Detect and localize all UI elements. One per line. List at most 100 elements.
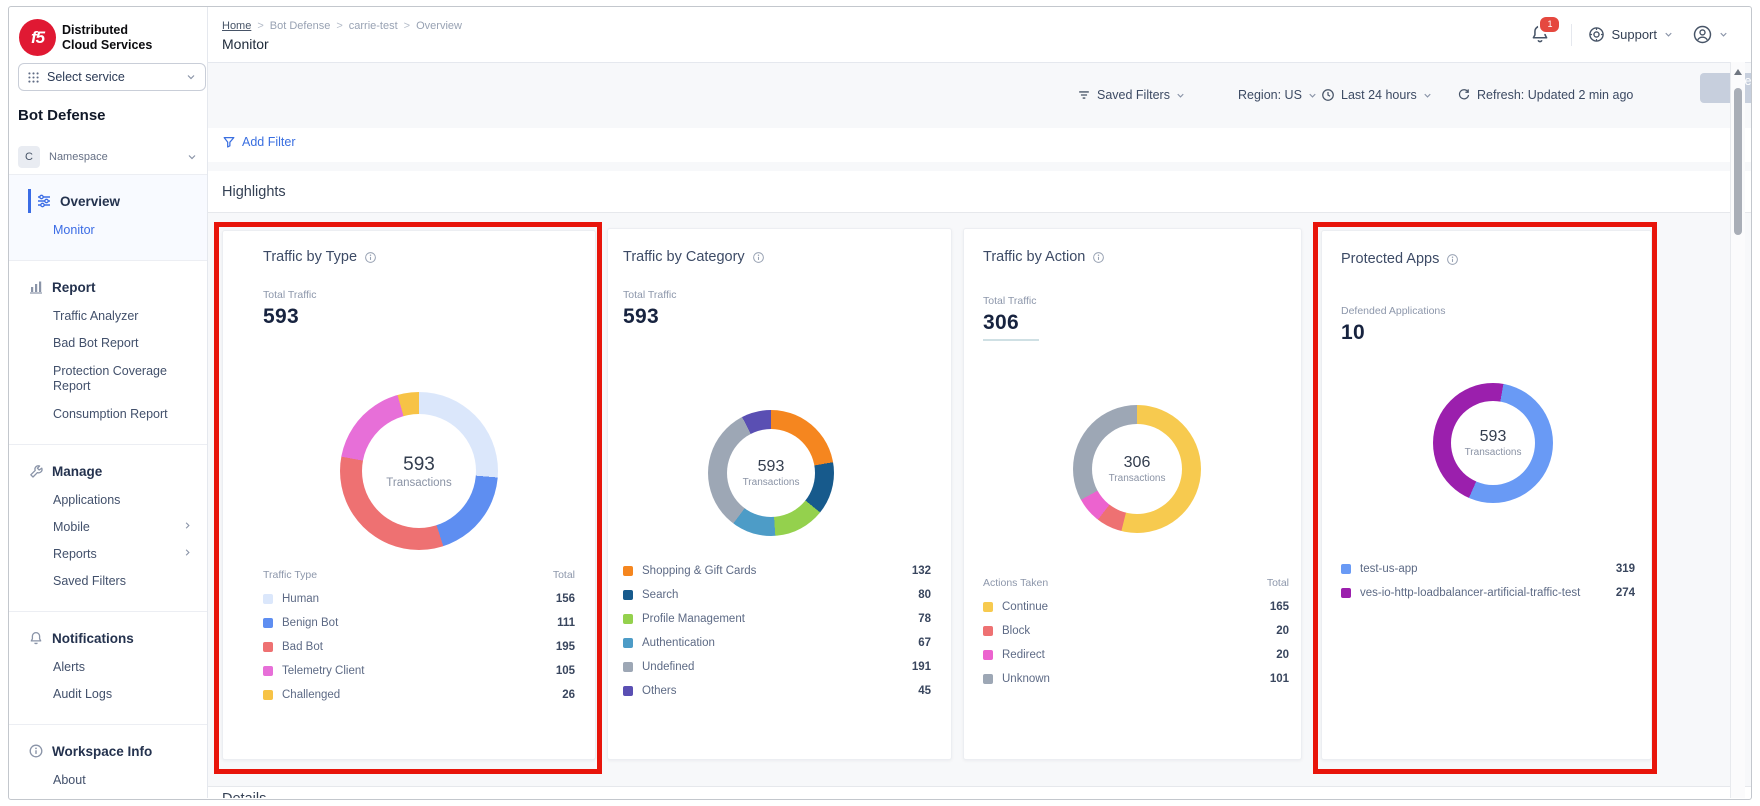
breadcrumb-bot-defense[interactable]: Bot Defense [270, 20, 331, 32]
sidebar-subitem-monitor[interactable]: Monitor [9, 217, 207, 244]
chevron-down-icon [185, 71, 197, 83]
sidebar-subitem-protection-coverage-report[interactable]: Protection Coverage Report [9, 357, 207, 401]
namespace-selector[interactable]: C Namespace [18, 145, 198, 169]
notifications-button[interactable]: 1 [1529, 22, 1555, 48]
info-icon[interactable] [1446, 253, 1459, 266]
sidebar-subitem-reports[interactable]: Reports [9, 541, 207, 568]
breadcrumb: Home>Bot Defense>carrie-test>Overview [222, 20, 462, 32]
legend-row-ves-io-http-loadbalancer-artificial-traffic-test: ves-io-http-loadbalancer-artificial-traf… [1341, 581, 1635, 605]
card-title: Traffic by Action [983, 249, 1085, 265]
info-icon[interactable] [1092, 251, 1105, 264]
donut-chart-protected-apps[interactable]: 593Transactions [1433, 383, 1553, 503]
nav-group-notifications: Notifications Alerts Audit Logs [9, 611, 207, 724]
nav-group-overview: Overview Monitor [9, 174, 207, 260]
chevron-down-icon [1307, 90, 1318, 101]
sidebar-item-report[interactable]: Report [9, 271, 207, 303]
sidebar-subitem-audit-logs[interactable]: Audit Logs [9, 681, 207, 708]
info-icon[interactable] [752, 251, 765, 264]
scrollbar-up-arrow[interactable] [1734, 69, 1742, 75]
info-icon[interactable] [364, 251, 377, 264]
header-divider [1571, 24, 1572, 46]
donut-chart-traffic-by-action[interactable]: 306Transactions [1073, 405, 1201, 533]
filter-lines-icon [1076, 88, 1092, 102]
top-header: Home>Bot Defense>carrie-test>Overview Mo… [207, 7, 1751, 63]
scrollbar-thumb[interactable] [1734, 88, 1742, 235]
sidebar-subitem-applications[interactable]: Applications [9, 487, 207, 514]
user-menu[interactable] [1692, 24, 1729, 45]
sidebar-subitem-label: Alerts [53, 660, 85, 675]
sidebar-item-notifications[interactable]: Notifications [9, 622, 207, 654]
support-menu[interactable]: Support [1588, 26, 1674, 43]
saved-filters-dropdown[interactable]: Saved Filters [1076, 80, 1186, 110]
legend-swatch [623, 614, 633, 624]
chevron-down-icon [186, 151, 198, 163]
sidebar-subitem-label: Audit Logs [53, 687, 112, 702]
sidebar-subitem-label: About [53, 773, 86, 788]
legend-value: 274 [1616, 587, 1635, 599]
donut-chart-traffic-by-category[interactable]: 593Transactions [708, 410, 834, 536]
sidebar-subitem-label: Saved Filters [53, 574, 126, 589]
chevron-down-icon [1663, 29, 1674, 40]
legend-value: 105 [556, 665, 575, 677]
legend-label: Shopping & Gift Cards [642, 565, 904, 577]
legend-row-undefined: Undefined191 [623, 655, 931, 679]
legend-row-benign-bot: Benign Bot111 [263, 611, 575, 635]
vertical-scrollbar[interactable] [1730, 62, 1745, 798]
legend-swatch [623, 590, 633, 600]
sidebar-item-workspace-info[interactable]: Workspace Info [9, 735, 207, 767]
sidebar-subitem-traffic-analyzer[interactable]: Traffic Analyzer [9, 303, 207, 330]
sidebar-subitem-consumption-report[interactable]: Consumption Report [9, 401, 207, 428]
legend-row-human: Human156 [263, 587, 575, 611]
legend-label: Challenged [282, 689, 554, 701]
legend-swatch [263, 666, 273, 676]
legend-swatch [623, 662, 633, 672]
sidebar-subitem-label: Traffic Analyzer [53, 309, 138, 324]
sidebar-subitem-saved-filters[interactable]: Saved Filters [9, 568, 207, 595]
donut-center-label: Transactions [1465, 447, 1522, 458]
sidebar-subitem-label: Monitor [53, 223, 95, 238]
time-range-dropdown[interactable]: Last 24 hours [1320, 80, 1433, 110]
breadcrumb-home[interactable]: Home [222, 20, 251, 32]
legend-value: 132 [912, 565, 931, 577]
user-avatar-icon [1692, 24, 1713, 45]
chevron-right-icon [182, 547, 193, 558]
sidebar-subitem-about[interactable]: About [9, 767, 207, 794]
sidebar-item-manage[interactable]: Manage [9, 455, 207, 487]
select-service-dropdown[interactable]: Select service [18, 63, 206, 91]
legend-label: Benign Bot [282, 617, 549, 629]
sidebar-subitem-mobile[interactable]: Mobile [9, 514, 207, 541]
support-label: Support [1611, 27, 1657, 42]
workspace-info-icon [28, 743, 44, 759]
sidebar-subitem-bad-bot-report[interactable]: Bad Bot Report [9, 330, 207, 357]
legend-header: Actions TakenTotal [983, 571, 1289, 595]
donut-center: 593Transactions [727, 429, 815, 517]
legend: Shopping & Gift Cards132Search80Profile … [623, 559, 931, 703]
legend-row-continue: Continue165 [983, 595, 1289, 619]
namespace-initial: C [18, 146, 40, 168]
stat-value: 593 [263, 305, 299, 329]
breadcrumb-namespace[interactable]: carrie-test [349, 20, 398, 32]
legend-swatch [983, 602, 993, 612]
sidebar-item-label: Overview [60, 194, 120, 209]
card-title: Traffic by Type [263, 249, 357, 265]
sidebar-subitem-label: Protection Coverage Report [53, 364, 171, 394]
refresh-icon [1456, 88, 1472, 102]
add-filter-button[interactable]: Add Filter [222, 135, 296, 149]
f5-distributed-cloud-dashboard: f5 Distributed Cloud Services Select ser… [0, 0, 1760, 806]
sidebar-subitem-alerts[interactable]: Alerts [9, 654, 207, 681]
region-dropdown[interactable]: Region: US [1233, 80, 1318, 110]
legend-value: 20 [1276, 625, 1289, 637]
sidebar-item-overview[interactable]: Overview [9, 185, 207, 217]
donut-chart-traffic-by-type[interactable]: 593Transactions [340, 392, 498, 550]
nav-group-manage: ManageApplicationsMobileReports Saved Fil… [9, 444, 207, 611]
stat-label: Total Traffic [263, 289, 317, 301]
legend-row-others: Others45 [623, 679, 931, 703]
legend: test-us-app319ves-io-http-loadbalancer-a… [1341, 557, 1635, 605]
legend-header-total: Total [1267, 577, 1289, 589]
sidebar-subitem-label: Consumption Report [53, 407, 168, 422]
support-icon [1588, 26, 1605, 43]
legend-label: Bad Bot [282, 641, 548, 653]
chevron-down-icon [1175, 90, 1186, 101]
card-traffic-by-type: Traffic by Type Total Traffic 593 593Transa… [222, 230, 596, 760]
refresh-control[interactable]: Refresh: Updated 2 min ago [1456, 80, 1638, 110]
